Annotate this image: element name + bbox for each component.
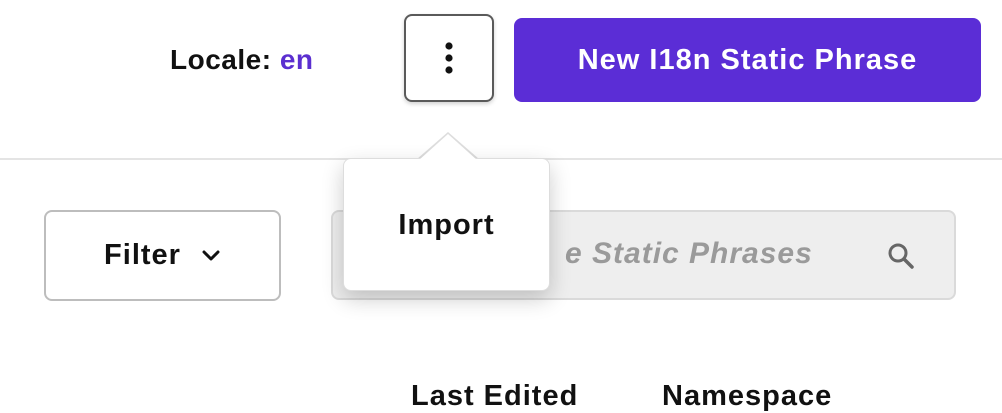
vertical-ellipsis-icon <box>445 42 453 74</box>
filter-label: Filter <box>104 239 181 271</box>
column-header-namespace[interactable]: Namespace <box>662 380 832 413</box>
search-placeholder: e Static Phrases <box>565 237 813 270</box>
search-icon[interactable] <box>886 241 916 271</box>
column-header-last-edited[interactable]: Last Edited <box>411 380 578 413</box>
more-options-dropdown: Import <box>343 158 550 291</box>
locale-value[interactable]: en <box>280 44 314 75</box>
dropdown-arrow <box>419 134 477 160</box>
locale-label: Locale: <box>170 44 272 75</box>
locale-indicator: Locale: en <box>170 44 314 76</box>
new-static-phrase-button[interactable]: New I18n Static Phrase <box>514 18 981 102</box>
filter-button[interactable]: Filter <box>44 210 281 301</box>
chevron-down-icon <box>202 250 220 260</box>
more-options-button[interactable] <box>404 14 494 102</box>
menu-item-import[interactable]: Import <box>344 209 549 242</box>
